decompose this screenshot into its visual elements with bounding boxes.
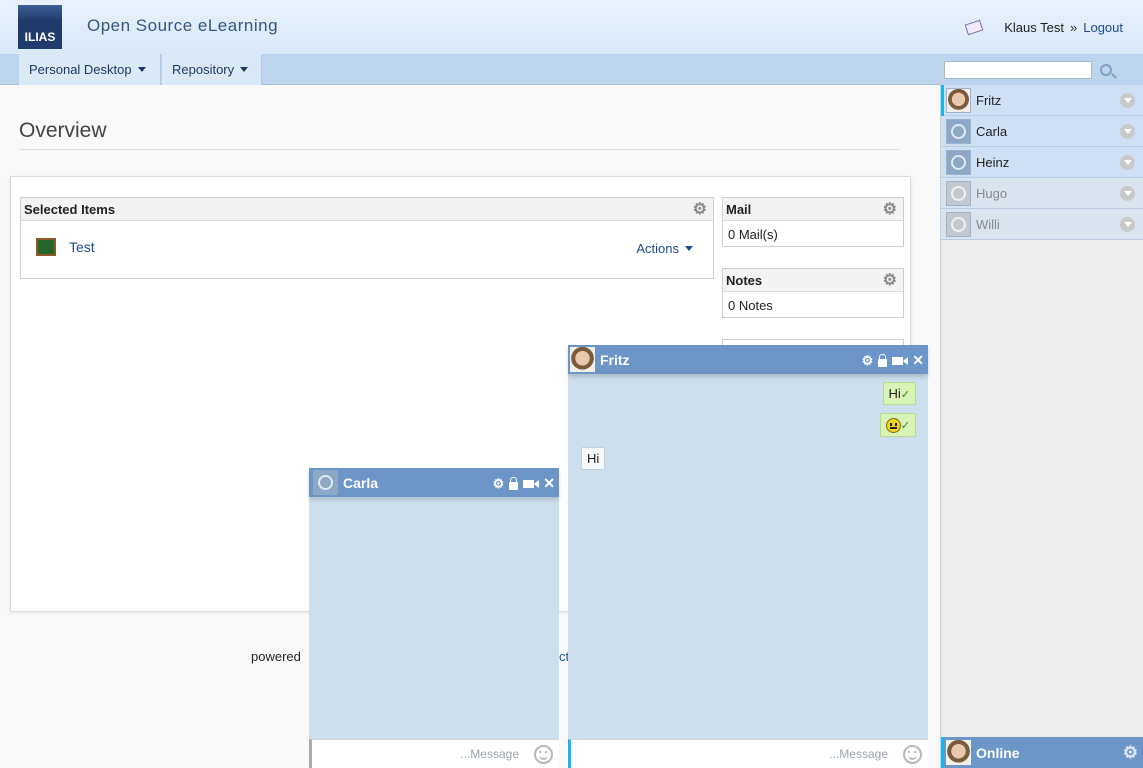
video-icon[interactable] (523, 479, 540, 488)
smiley-icon[interactable] (903, 744, 922, 764)
smiley-icon[interactable] (534, 744, 553, 764)
message-placeholder: ...Message (829, 747, 888, 761)
mail-count: 0 Mail(s) (728, 227, 778, 242)
chat-window-carla: Carla ⚙ ✕ ...Message (309, 468, 559, 768)
avatar (946, 211, 971, 237)
chat-header: Fritz ⚙ ✕ (568, 345, 928, 374)
logout-link[interactable]: Logout (1083, 20, 1123, 35)
search-icon[interactable] (1100, 63, 1112, 76)
ilias-logo[interactable]: ILIAS (18, 5, 62, 49)
avatar (946, 740, 971, 765)
gear-icon[interactable]: ⚙ (693, 202, 707, 218)
chat-tools: ⚙ ✕ (493, 475, 555, 492)
chevron-down-icon[interactable] (1120, 217, 1135, 232)
chevron-down-icon[interactable] (1120, 155, 1135, 170)
logo-text: ILIAS (24, 30, 56, 44)
notes-block: Notes ⚙ 0 Notes (722, 268, 904, 318)
notes-header: Notes ⚙ (723, 269, 903, 292)
chat-sidebar: Fritz Carla Heinz Hugo Willi Online ⚙ (940, 54, 1143, 768)
search-input[interactable] (944, 60, 1092, 79)
contact-search (941, 54, 1143, 85)
main-menu: Personal Desktop Repository (0, 54, 940, 85)
menu-personal-desktop[interactable]: Personal Desktop (19, 54, 161, 85)
course-icon (36, 238, 56, 256)
chevron-down-icon (240, 67, 249, 72)
user-separator: » (1070, 20, 1078, 35)
contact-willi[interactable]: Willi (941, 209, 1143, 240)
list-item: Test (36, 238, 95, 256)
avatar (946, 87, 971, 113)
mail-title: Mail (726, 201, 752, 217)
avatar (946, 180, 971, 206)
lock-icon[interactable] (878, 353, 888, 367)
mail-icon[interactable] (964, 19, 984, 36)
notes-title: Notes (726, 272, 763, 288)
chevron-down-icon (685, 246, 693, 251)
close-icon[interactable]: ✕ (912, 352, 924, 369)
online-status-bar[interactable]: Online ⚙ (941, 737, 1143, 768)
gear-icon[interactable]: ⚙ (883, 202, 897, 218)
message-input[interactable]: ...Message (309, 739, 559, 768)
selected-items-block: Selected Items ⚙ Test Actions (20, 197, 714, 279)
chevron-down-icon[interactable] (1120, 186, 1135, 201)
contact-hugo[interactable]: Hugo (941, 178, 1143, 209)
gear-icon[interactable]: ⚙ (1123, 744, 1138, 761)
chat-title: Fritz (600, 351, 630, 368)
message-placeholder: ...Message (460, 747, 519, 761)
avatar (313, 470, 338, 495)
gear-icon[interactable]: ⚙ (493, 476, 505, 492)
contact-name: Carla (976, 123, 1008, 139)
actions-dropdown[interactable]: Actions (636, 241, 693, 256)
selected-items-title: Selected Items (24, 201, 116, 217)
message-out: ✓ (879, 413, 916, 438)
message-input[interactable]: ...Message (568, 739, 928, 768)
contact-name: Hugo (976, 185, 1008, 201)
contact-carla[interactable]: Carla (941, 116, 1143, 147)
contact-name: Fritz (976, 92, 1002, 108)
chevron-down-icon[interactable] (1120, 93, 1135, 108)
menu-personal-desktop-label: Personal Desktop (29, 62, 132, 77)
contact-name: Heinz (976, 154, 1010, 170)
avatar (946, 149, 971, 175)
message-text: Hi (587, 451, 600, 466)
message-out: Hi✓ (882, 382, 916, 405)
message-in: Hi (581, 447, 606, 470)
close-icon[interactable]: ✕ (543, 475, 555, 492)
selected-items-header: Selected Items ⚙ (21, 198, 713, 221)
user-name: Klaus Test (1004, 20, 1064, 35)
page-header: ILIAS Open Source eLearning Klaus Test »… (0, 0, 1143, 54)
menu-repository[interactable]: Repository (162, 54, 262, 85)
chat-header: Carla ⚙ ✕ (309, 468, 559, 497)
gear-icon[interactable]: ⚙ (883, 273, 897, 289)
user-area: Klaus Test » Logout (964, 19, 1123, 36)
chevron-down-icon[interactable] (1120, 124, 1135, 139)
mail-header: Mail ⚙ (723, 198, 903, 221)
avatar (570, 347, 595, 372)
title-divider (19, 149, 900, 150)
lock-icon[interactable] (509, 476, 519, 490)
page-title: Overview (19, 119, 107, 142)
chat-window-fritz: Fritz ⚙ ✕ Hi✓ ✓ Hi ...Message (568, 345, 928, 768)
item-link-test[interactable]: Test (69, 239, 95, 255)
gear-icon[interactable]: ⚙ (862, 353, 874, 369)
notes-count: 0 Notes (728, 298, 773, 313)
footer-powered: powered (251, 649, 301, 664)
status-label: Online (976, 744, 1020, 761)
actions-label: Actions (636, 241, 679, 256)
menu-repository-label: Repository (172, 62, 235, 77)
chat-tools: ⚙ ✕ (862, 352, 924, 369)
chevron-down-icon (137, 67, 146, 72)
message-text: Hi (888, 386, 901, 401)
check-icon: ✓ (900, 389, 910, 401)
contact-fritz[interactable]: Fritz (941, 85, 1143, 116)
app-title: Open Source eLearning (87, 16, 279, 35)
check-icon: ✓ (900, 420, 910, 432)
contact-heinz[interactable]: Heinz (941, 147, 1143, 178)
smiley-emoji-icon (885, 418, 901, 434)
avatar (946, 118, 971, 144)
chat-title: Carla (343, 474, 379, 491)
video-icon[interactable] (892, 356, 909, 365)
mail-block: Mail ⚙ 0 Mail(s) (722, 197, 904, 247)
contact-name: Willi (976, 216, 1000, 232)
